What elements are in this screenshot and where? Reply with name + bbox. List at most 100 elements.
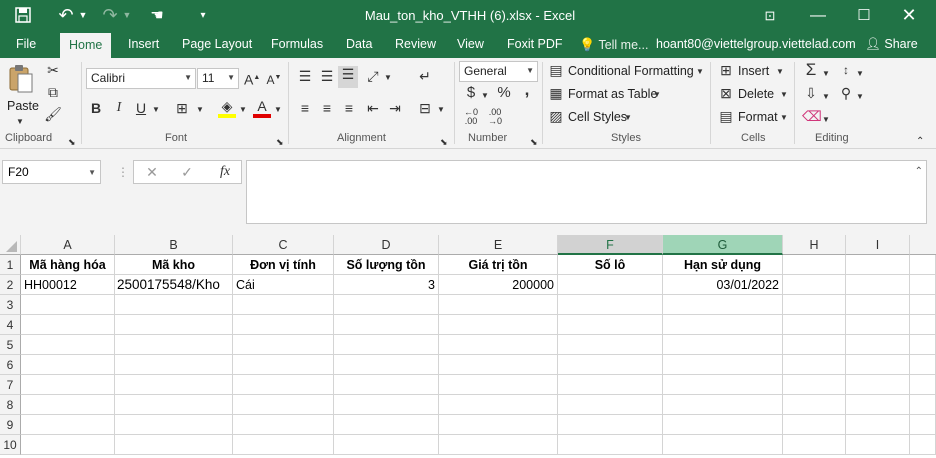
cell-g10[interactable] xyxy=(663,435,783,455)
cell-c2[interactable]: Cái xyxy=(233,275,334,295)
select-all-button[interactable] xyxy=(0,235,21,255)
column-header-e[interactable]: E xyxy=(439,235,558,255)
share-button[interactable]: 👤︎ Share xyxy=(856,31,927,58)
cell-j9[interactable] xyxy=(910,415,936,435)
redo-dropdown-icon[interactable]: ▼ xyxy=(122,0,132,31)
tab-formulas[interactable]: Formulas xyxy=(262,31,332,58)
clipboard-launcher-icon[interactable]: ⬊ xyxy=(68,134,76,150)
cell-b9[interactable] xyxy=(115,415,233,435)
cell-a4[interactable] xyxy=(21,315,115,335)
clear-icon[interactable]: ⌫ xyxy=(802,108,822,124)
cell-d6[interactable] xyxy=(334,355,439,375)
number-format-select[interactable]: General ▼ xyxy=(459,61,538,82)
cell-h2[interactable] xyxy=(783,275,846,295)
cell-e10[interactable] xyxy=(439,435,558,455)
cell-j5[interactable] xyxy=(910,335,936,355)
ribbon-display-icon[interactable]: ⊡ xyxy=(757,0,783,31)
fill-color-icon[interactable]: ◈ xyxy=(218,98,236,118)
paste-icon[interactable] xyxy=(8,64,34,94)
cell-d5[interactable] xyxy=(334,335,439,355)
fill-dropdown-icon[interactable]: ▼ xyxy=(822,89,830,105)
undo-icon[interactable]: ↶ xyxy=(55,0,77,31)
cell-c7[interactable] xyxy=(233,375,334,395)
find-select-icon[interactable]: ⚲ xyxy=(838,85,854,101)
cell-g9[interactable] xyxy=(663,415,783,435)
cell-f1[interactable]: Số lô xyxy=(558,255,663,275)
cell-a5[interactable] xyxy=(21,335,115,355)
cell-j3[interactable] xyxy=(910,295,936,315)
tab-data[interactable]: Data xyxy=(337,31,381,58)
cell-f7[interactable] xyxy=(558,375,663,395)
name-box[interactable]: F20 ▼ xyxy=(2,160,101,184)
format-painter-icon[interactable]: 🖌︎ xyxy=(44,106,62,122)
percent-icon[interactable]: % xyxy=(496,85,512,101)
copy-icon[interactable]: ⧉ xyxy=(44,84,62,100)
cell-g4[interactable] xyxy=(663,315,783,335)
cell-j1[interactable] xyxy=(910,255,936,275)
column-header-j[interactable] xyxy=(910,235,936,255)
cell-b4[interactable] xyxy=(115,315,233,335)
cell-j6[interactable] xyxy=(910,355,936,375)
tab-view[interactable]: View xyxy=(448,31,493,58)
account-name[interactable]: hoant80@viettelgroup.viettelad.com xyxy=(647,31,865,58)
cell-i1[interactable] xyxy=(846,255,910,275)
cell-b3[interactable] xyxy=(115,295,233,315)
cancel-entry-icon[interactable]: ✕ xyxy=(144,164,160,180)
cell-d2[interactable]: 3 xyxy=(334,275,439,295)
cell-d7[interactable] xyxy=(334,375,439,395)
orientation-dropdown-icon[interactable]: ▼ xyxy=(384,70,392,86)
column-header-a[interactable]: A xyxy=(21,235,115,255)
cell-g2[interactable]: 03/01/2022 xyxy=(663,275,783,295)
cell-b2[interactable]: 2500175548/Kho xyxy=(115,275,233,295)
row-header-6[interactable]: 6 xyxy=(0,355,21,375)
row-header-9[interactable]: 9 xyxy=(0,415,21,435)
cell-d8[interactable] xyxy=(334,395,439,415)
cell-h9[interactable] xyxy=(783,415,846,435)
cell-c1[interactable]: Đơn vị tính xyxy=(233,255,334,275)
cell-d3[interactable] xyxy=(334,295,439,315)
cell-g5[interactable] xyxy=(663,335,783,355)
font-launcher-icon[interactable]: ⬊ xyxy=(276,134,284,150)
tell-me-search[interactable]: 💡 Tell me... xyxy=(570,31,657,58)
cell-h6[interactable] xyxy=(783,355,846,375)
cell-i10[interactable] xyxy=(846,435,910,455)
cell-j10[interactable] xyxy=(910,435,936,455)
bold-icon[interactable]: B xyxy=(89,100,103,116)
tab-home[interactable]: Home xyxy=(60,33,112,58)
cell-f2[interactable] xyxy=(558,275,663,295)
cell-d4[interactable] xyxy=(334,315,439,335)
font-size-select[interactable]: 11 ▼ xyxy=(197,68,239,89)
cell-h3[interactable] xyxy=(783,295,846,315)
cell-i7[interactable] xyxy=(846,375,910,395)
cell-g6[interactable] xyxy=(663,355,783,375)
cell-f10[interactable] xyxy=(558,435,663,455)
underline-icon[interactable]: U xyxy=(134,100,148,116)
currency-icon[interactable]: $ xyxy=(464,85,478,101)
column-header-c[interactable]: C xyxy=(233,235,334,255)
align-top-icon[interactable]: ☰ xyxy=(296,68,314,84)
wrap-text-icon[interactable]: ↵ xyxy=(416,68,434,84)
cell-h4[interactable] xyxy=(783,315,846,335)
clear-dropdown-icon[interactable]: ▼ xyxy=(822,112,830,128)
cell-a6[interactable] xyxy=(21,355,115,375)
autosum-dropdown-icon[interactable]: ▼ xyxy=(822,66,830,82)
decrease-font-icon[interactable]: A▼ xyxy=(266,70,282,88)
cell-styles-button[interactable]: ▨ Cell Styles ▼ xyxy=(548,108,633,126)
cell-b5[interactable] xyxy=(115,335,233,355)
cell-b1[interactable]: Mã kho xyxy=(115,255,233,275)
column-header-i[interactable]: I xyxy=(846,235,910,255)
font-color-dropdown-icon[interactable]: ▼ xyxy=(274,102,282,118)
cell-c5[interactable] xyxy=(233,335,334,355)
cell-b10[interactable] xyxy=(115,435,233,455)
increase-decimal-icon[interactable]: ←0.00 xyxy=(462,108,480,126)
insert-function-icon[interactable]: fx xyxy=(216,164,234,180)
cell-e7[interactable] xyxy=(439,375,558,395)
cell-c8[interactable] xyxy=(233,395,334,415)
cell-f4[interactable] xyxy=(558,315,663,335)
fill-icon[interactable]: ⇩ xyxy=(802,85,820,101)
cell-f8[interactable] xyxy=(558,395,663,415)
row-header-5[interactable]: 5 xyxy=(0,335,21,355)
row-header-10[interactable]: 10 xyxy=(0,435,21,455)
cell-a8[interactable] xyxy=(21,395,115,415)
cell-f5[interactable] xyxy=(558,335,663,355)
